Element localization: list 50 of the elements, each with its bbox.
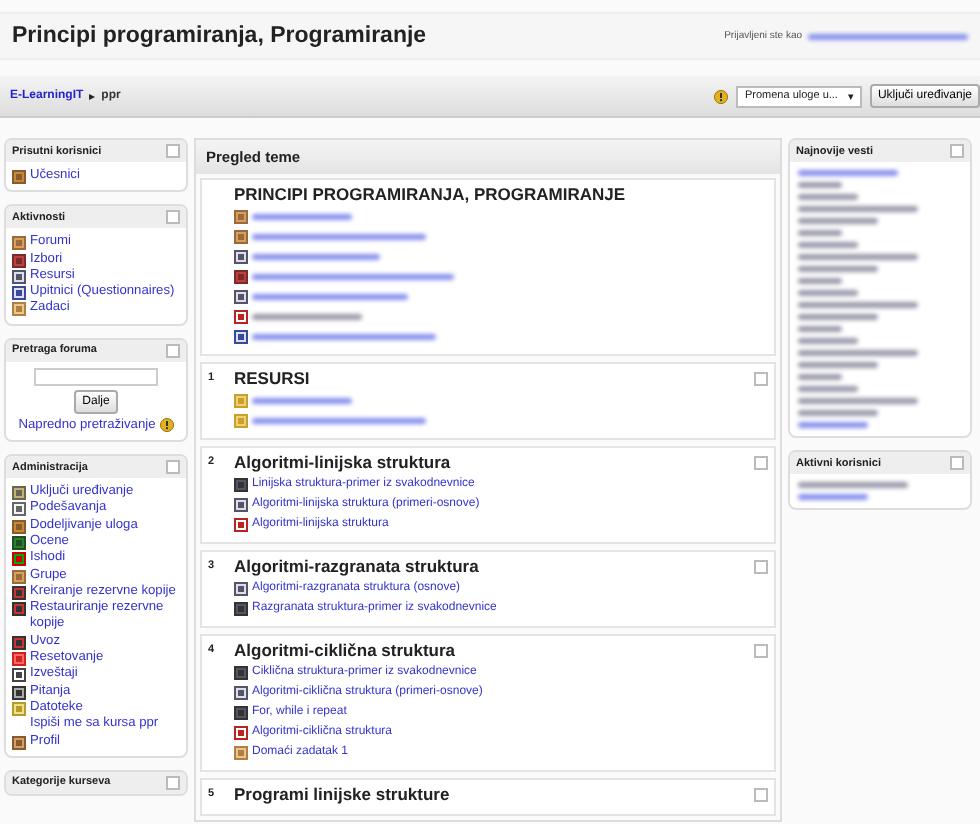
blurred-text (798, 266, 878, 272)
blurred-text (252, 213, 352, 219)
blurred-text (798, 170, 898, 176)
blurred-text (798, 362, 878, 368)
blurred-text (798, 410, 878, 416)
blurred-text (798, 194, 858, 200)
blurred-text (798, 422, 868, 428)
section-title: PRINCIPI PROGRAMIRANJA, PROGRAMIRANJE (234, 184, 628, 204)
blurred-text (798, 338, 858, 344)
blurred-text (798, 326, 842, 332)
blurred-text (798, 350, 918, 356)
section-title: Algoritmi-ciklična struktura (234, 640, 458, 660)
blurred-text (798, 314, 878, 320)
expand-icon[interactable] (754, 456, 768, 470)
section-title: Algoritmi-linijska struktura (234, 452, 453, 472)
search-field[interactable] (34, 367, 158, 386)
blurred-text (798, 254, 918, 260)
course-title: Principi programiranja, Programiranje (12, 24, 427, 48)
blurred-text (798, 230, 842, 236)
blurred-text (798, 302, 918, 308)
blurred-text (798, 182, 842, 188)
section-title: RESURSI (234, 368, 312, 388)
collapse-icon[interactable] (166, 210, 180, 225)
blurred-text (798, 290, 858, 296)
expand-icon[interactable] (754, 560, 768, 574)
blurred-text (798, 278, 842, 284)
collapse-icon[interactable] (950, 144, 964, 158)
blurred-text (252, 253, 380, 259)
help-icon[interactable] (714, 89, 729, 103)
blurred-text (798, 242, 858, 248)
help-icon[interactable] (159, 418, 174, 433)
blurred-text (252, 397, 352, 403)
blurred-text (798, 206, 918, 212)
expand-icon[interactable] (754, 372, 768, 386)
collapse-icon[interactable] (166, 775, 180, 790)
collapse-icon[interactable] (950, 456, 964, 470)
blurred-text (252, 313, 362, 319)
section-title: Programi linijske strukture (234, 784, 452, 804)
blurred-text (798, 386, 858, 392)
blurred-text (798, 482, 908, 488)
blurred-text (798, 398, 918, 404)
collapse-icon[interactable] (166, 343, 180, 358)
expand-icon[interactable] (754, 788, 768, 802)
section-title: Algoritmi-razgranata struktura (234, 556, 481, 576)
blurred-text (798, 494, 868, 500)
collapse-icon[interactable] (166, 460, 180, 475)
blurred-text (798, 218, 878, 224)
collapse-icon[interactable] (166, 144, 180, 158)
expand-icon[interactable] (754, 644, 768, 658)
blurred-text (798, 374, 842, 380)
